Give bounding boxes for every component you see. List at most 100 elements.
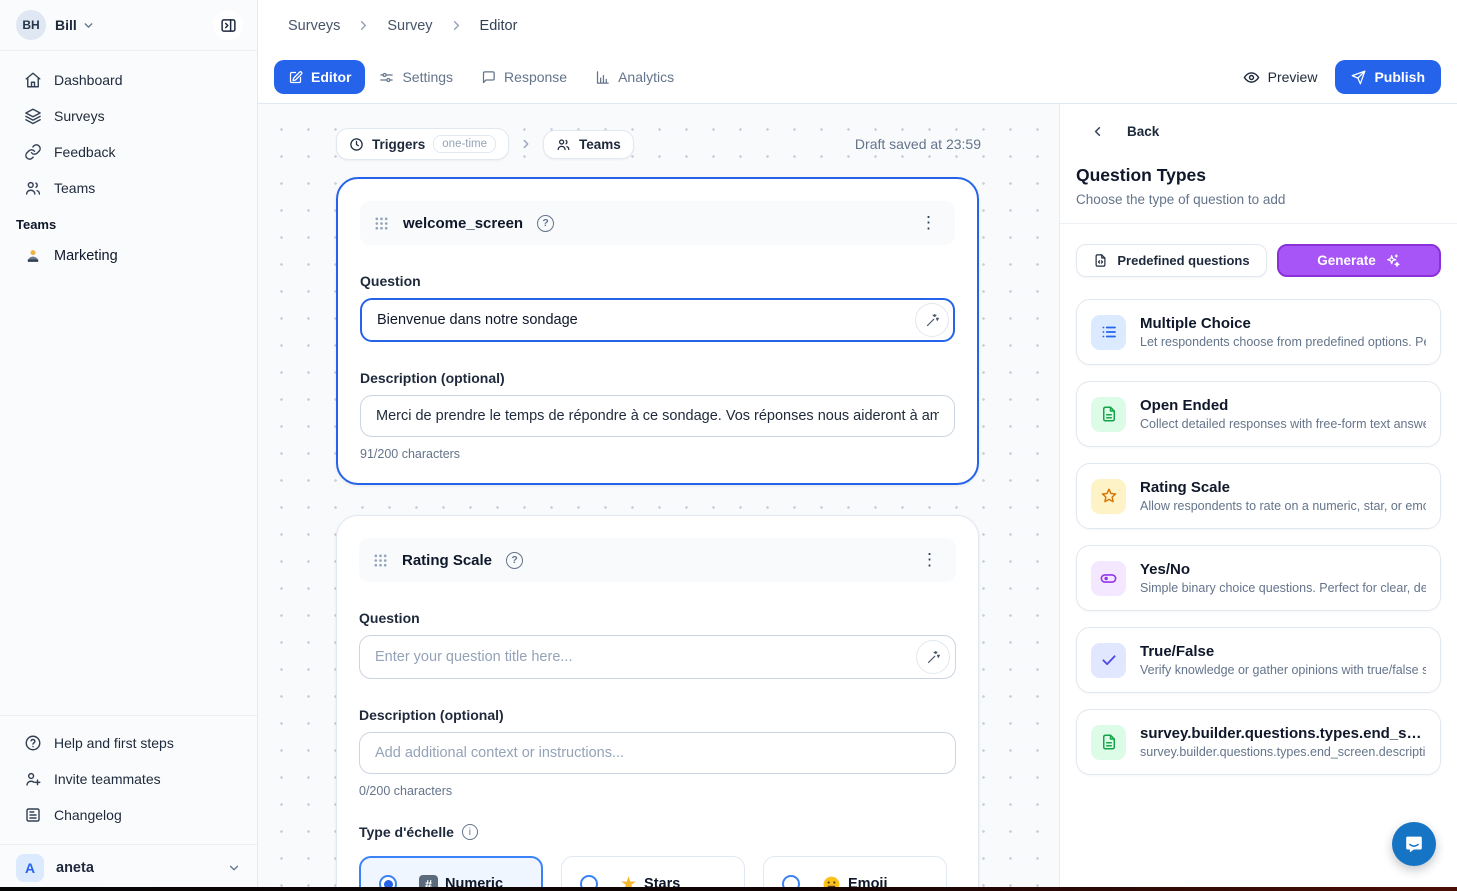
users-icon [24, 179, 42, 197]
question-input[interactable] [360, 298, 955, 342]
back-label: Back [1127, 124, 1159, 139]
type-card-true-false[interactable]: True/False Verify knowledge or gather op… [1076, 627, 1441, 693]
kebab-menu-icon[interactable] [916, 213, 941, 233]
drag-handle-icon[interactable] [373, 553, 388, 568]
preview-button[interactable]: Preview [1243, 69, 1318, 86]
scale-option-stars[interactable]: ★ Stars [561, 856, 745, 891]
type-card-end-screen[interactable]: survey.builder.questions.types.end_scr..… [1076, 709, 1441, 775]
question-types-panel: Back Question Types Choose the type of q… [1059, 104, 1457, 891]
question-input[interactable] [359, 635, 956, 679]
type-description: Simple binary choice questions. Perfect … [1140, 581, 1426, 595]
sidebar: BH Bill Dashboard Surveys Feedback [0, 0, 258, 891]
char-count: 0/200 characters [359, 784, 956, 798]
generate-label: Generate [1317, 253, 1376, 268]
survey-canvas: Triggers one-time Teams Draft saved at 2… [258, 104, 1059, 891]
predefined-label: Predefined questions [1117, 253, 1249, 268]
account-menu[interactable]: A aneta [0, 844, 257, 891]
help-circle-icon[interactable] [537, 215, 554, 232]
sidebar-item-surveys[interactable]: Surveys [8, 99, 249, 133]
breadcrumb-surveys[interactable]: Surveys [288, 18, 340, 34]
rating-scale-card[interactable]: Rating Scale Question Description (optio… [336, 515, 979, 891]
sidebar-item-teams[interactable]: Teams [8, 171, 249, 205]
triggers-label: Triggers [372, 137, 425, 152]
predefined-questions-button[interactable]: Predefined questions [1076, 244, 1267, 277]
type-description: survey.builder.questions.types.end_scree… [1140, 745, 1426, 759]
chat-widget-button[interactable] [1392, 822, 1436, 866]
type-name: survey.builder.questions.types.end_scr..… [1140, 725, 1426, 742]
workspace-switcher[interactable]: BH Bill [0, 0, 257, 51]
breadcrumb-editor[interactable]: Editor [480, 18, 518, 34]
description-label: Description (optional) [360, 370, 955, 386]
teams-chip[interactable]: Teams [543, 130, 634, 159]
workspace-avatar: BH [16, 10, 46, 40]
link-icon [24, 143, 42, 161]
chat-bubble-icon [1403, 833, 1425, 855]
workspace-name: Bill [55, 17, 77, 33]
type-card-multiple-choice[interactable]: Multiple Choice Let respondents choose f… [1076, 299, 1441, 365]
sidebar-item-help[interactable]: Help and first steps [8, 726, 249, 760]
trigger-type-badge: one-time [433, 135, 496, 153]
description-input[interactable] [360, 395, 955, 437]
sidebar-item-label: Changelog [54, 807, 122, 823]
account-name: aneta [56, 860, 94, 876]
screen-edge [0, 887, 1457, 891]
publish-button[interactable]: Publish [1335, 60, 1441, 94]
chevron-right-icon [356, 18, 371, 33]
type-name: Rating Scale [1140, 479, 1426, 496]
document-icon [1091, 725, 1126, 760]
type-name: Multiple Choice [1140, 315, 1426, 332]
generate-button[interactable]: Generate [1277, 244, 1441, 277]
card-header: welcome_screen [360, 201, 955, 245]
type-card-yes-no[interactable]: Yes/No Simple binary choice questions. P… [1076, 545, 1441, 611]
sidebar-item-label: Help and first steps [54, 735, 174, 751]
magic-wand-button[interactable] [916, 640, 950, 674]
tab-editor[interactable]: Editor [274, 60, 365, 94]
type-card-rating-scale[interactable]: Rating Scale Allow respondents to rate o… [1076, 463, 1441, 529]
sidebar-item-label: Surveys [54, 108, 105, 124]
type-description: Let respondents choose from predefined o… [1140, 335, 1426, 349]
breadcrumb: Surveys Survey Editor [258, 0, 1457, 51]
kebab-menu-icon[interactable] [917, 550, 942, 570]
triggers-chip[interactable]: Triggers one-time [336, 128, 509, 160]
tab-analytics[interactable]: Analytics [581, 60, 688, 94]
magic-wand-button[interactable] [915, 303, 949, 337]
teams-chip-label: Teams [579, 137, 621, 152]
help-circle-icon [24, 734, 42, 752]
back-button[interactable]: Back [1076, 124, 1441, 139]
account-avatar: A [16, 854, 44, 882]
toggle-icon [1091, 561, 1126, 596]
sidebar-item-invite[interactable]: Invite teammates [8, 762, 249, 796]
tab-label: Editor [311, 69, 351, 85]
card-header: Rating Scale [359, 538, 956, 582]
check-icon [1091, 643, 1126, 678]
description-input[interactable] [359, 732, 956, 774]
scale-type-options: # Numeric ★ Stars [359, 856, 956, 891]
sidebar-item-changelog[interactable]: Changelog [8, 798, 249, 832]
welcome-screen-card[interactable]: welcome_screen Question Description (opt… [336, 177, 979, 485]
edit-icon [288, 70, 303, 85]
scale-option-emoji[interactable]: Emoji [763, 856, 947, 891]
preview-label: Preview [1268, 69, 1318, 85]
tab-response[interactable]: Response [467, 60, 581, 94]
type-card-open-ended[interactable]: Open Ended Collect detailed responses wi… [1076, 381, 1441, 447]
scale-option-numeric[interactable]: # Numeric [359, 856, 543, 891]
tab-settings[interactable]: Settings [365, 60, 467, 94]
sidebar-item-feedback[interactable]: Feedback [8, 135, 249, 169]
sidebar-collapse-button[interactable] [213, 10, 243, 40]
chevron-down-icon [82, 19, 95, 32]
bar-chart-icon [595, 70, 610, 85]
info-icon[interactable] [462, 824, 478, 840]
sidebar-item-marketing[interactable]: Marketing [8, 238, 249, 274]
type-description: Verify knowledge or gather opinions with… [1140, 663, 1426, 677]
chat-icon [481, 70, 496, 85]
sidebar-item-label: Invite teammates [54, 771, 161, 787]
help-circle-icon[interactable] [506, 552, 523, 569]
breadcrumb-survey[interactable]: Survey [387, 18, 432, 34]
chevron-right-icon [519, 137, 533, 151]
sidebar-item-dashboard[interactable]: Dashboard [8, 63, 249, 97]
user-plus-icon [24, 770, 42, 788]
type-description: Allow respondents to rate on a numeric, … [1140, 499, 1426, 513]
drag-handle-icon[interactable] [374, 216, 389, 231]
card-title: Rating Scale [402, 552, 492, 569]
panel-title: Question Types [1076, 165, 1441, 186]
